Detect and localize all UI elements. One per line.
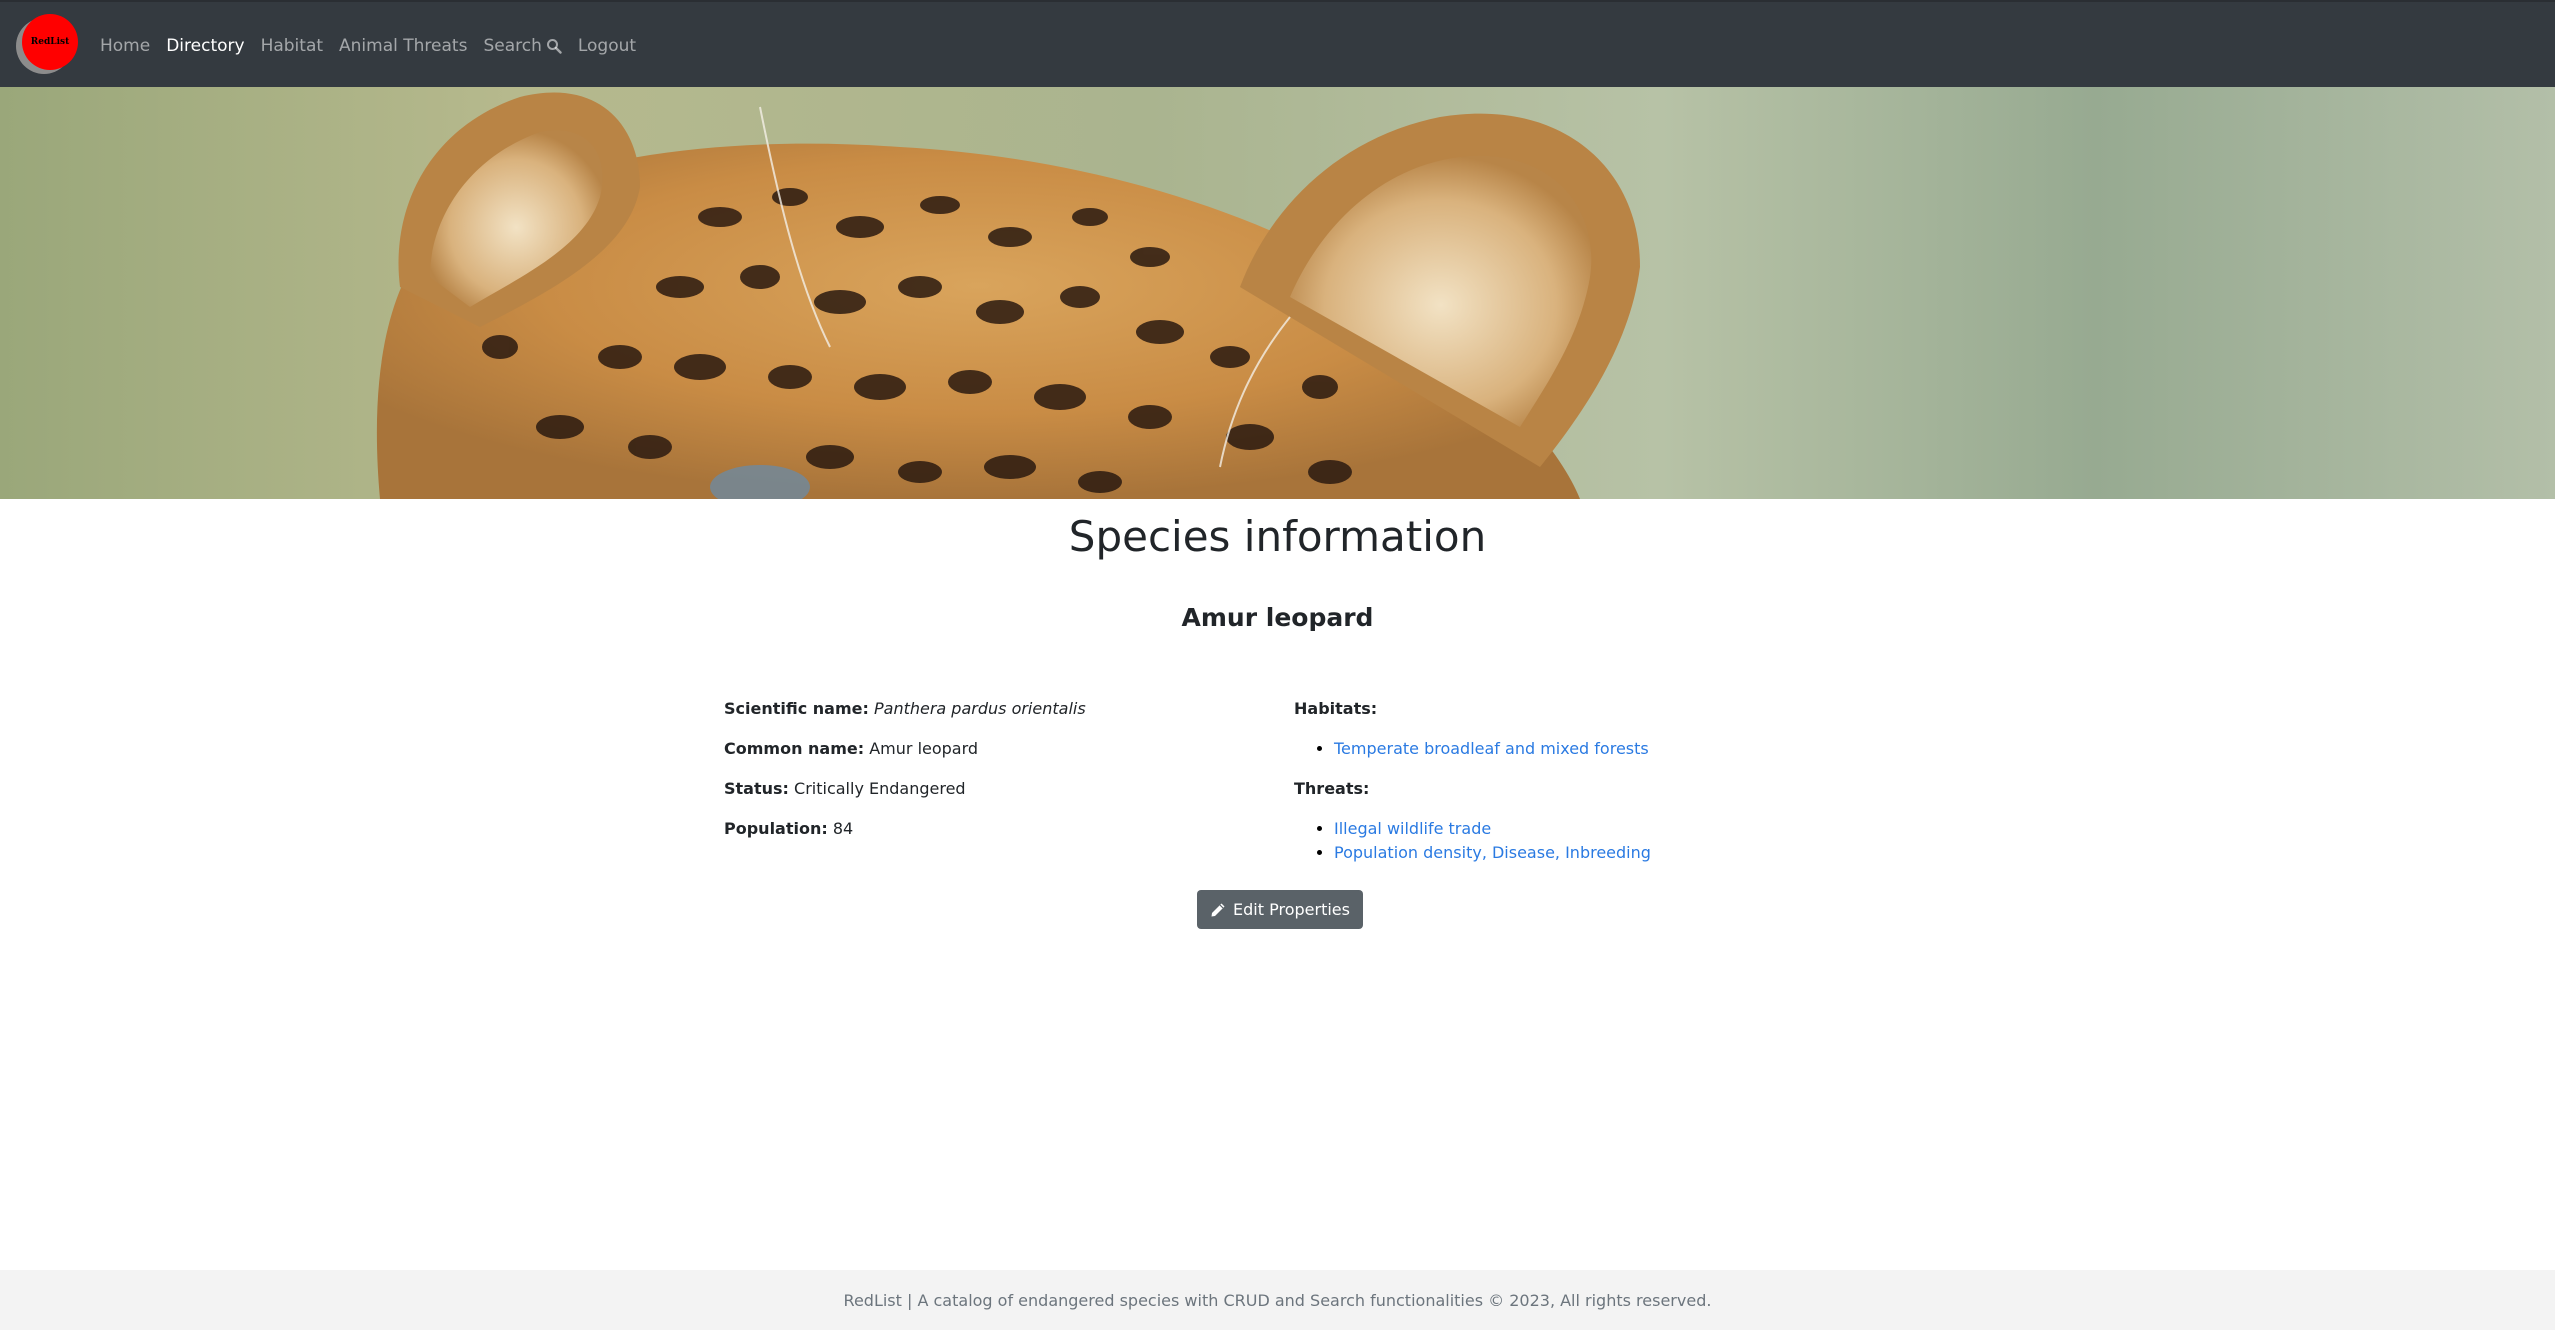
brand-logo[interactable]: RedList xyxy=(16,12,78,74)
status-label: Status: xyxy=(724,779,789,798)
list-item: Illegal wildlife trade xyxy=(1334,817,1894,841)
nav-links: Home Directory Habitat Animal Threats Se… xyxy=(100,2,652,89)
edit-properties-label: Edit Properties xyxy=(1233,900,1350,919)
population-value: 84 xyxy=(832,819,854,838)
nav-link-search-label: Search xyxy=(483,35,542,56)
page-title: Species information xyxy=(1068,512,1487,561)
logo-disc: RedList xyxy=(22,14,78,70)
page-footer: RedList | A catalog of endangered specie… xyxy=(0,1270,2555,1330)
nav-link-habitat[interactable]: Habitat xyxy=(261,36,323,56)
status-row: Status: Critically Endangered xyxy=(724,777,1264,817)
search-icon xyxy=(546,38,562,54)
threat-link[interactable]: Illegal wildlife trade xyxy=(1334,819,1491,838)
threats-list: Illegal wildlife trade Population densit… xyxy=(1294,817,1894,865)
common-name-row: Common name: Amur leopard xyxy=(724,737,1264,777)
species-relations: Habitats: Temperate broadleaf and mixed … xyxy=(1294,697,1894,881)
scientific-name-value: Panthera pardus orientalis xyxy=(873,699,1086,718)
nav-link-animal-threats[interactable]: Animal Threats xyxy=(339,36,467,56)
threat-link[interactable]: Population density, Disease, Inbreeding xyxy=(1334,843,1651,862)
nav-link-directory[interactable]: Directory xyxy=(166,36,244,56)
hero-banner-image xyxy=(0,87,2555,499)
status-value: Critically Endangered xyxy=(794,779,966,798)
scientific-name-label: Scientific name: xyxy=(724,699,869,718)
top-navbar: RedList Home Directory Habitat Animal Th… xyxy=(0,0,2555,87)
scientific-name-row: Scientific name: Panthera pardus orienta… xyxy=(724,697,1264,737)
habitats-label: Habitats: xyxy=(1294,699,1378,718)
population-label: Population: xyxy=(724,819,828,838)
habitats-list: Temperate broadleaf and mixed forests xyxy=(1294,737,1894,761)
species-properties: Scientific name: Panthera pardus orienta… xyxy=(724,697,1264,857)
list-item: Population density, Disease, Inbreeding xyxy=(1334,841,1894,865)
nav-link-search[interactable]: Search xyxy=(483,35,562,56)
nav-link-home[interactable]: Home xyxy=(100,36,150,56)
common-name-value: Amur leopard xyxy=(869,739,979,758)
threats-label: Threats: xyxy=(1294,779,1370,798)
population-row: Population: 84 xyxy=(724,817,1264,857)
brand-text: RedList xyxy=(30,37,70,47)
pencil-icon xyxy=(1211,903,1225,916)
edit-properties-button[interactable]: Edit Properties xyxy=(1197,890,1363,929)
nav-link-logout[interactable]: Logout xyxy=(578,36,636,56)
leopard-illustration xyxy=(376,92,1640,499)
species-heading: Amur leopard xyxy=(1181,603,1374,632)
footer-text: RedList | A catalog of endangered specie… xyxy=(843,1290,1712,1310)
list-item: Temperate broadleaf and mixed forests xyxy=(1334,737,1894,761)
common-name-label: Common name: xyxy=(724,739,865,758)
habitat-link[interactable]: Temperate broadleaf and mixed forests xyxy=(1334,739,1649,758)
